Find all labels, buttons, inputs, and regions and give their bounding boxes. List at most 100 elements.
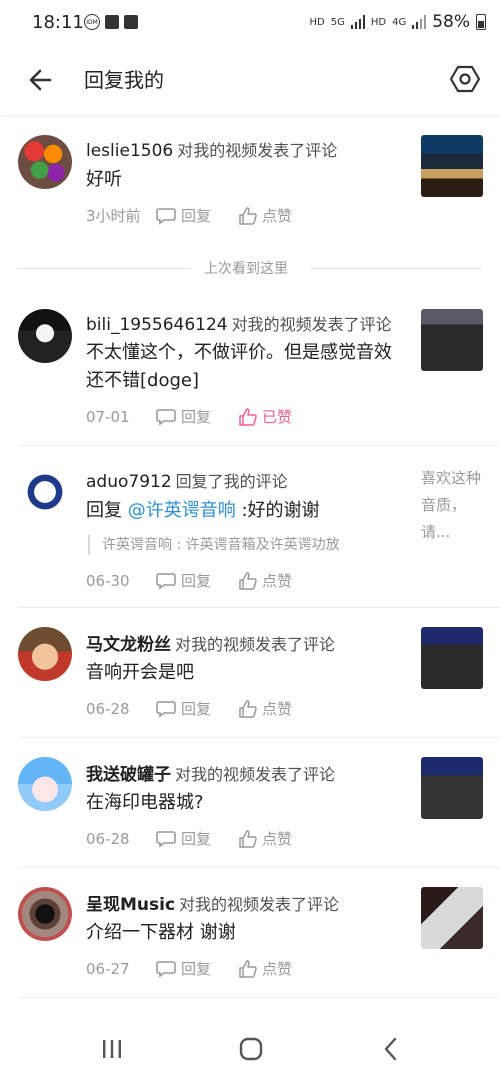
- comment-item[interactable]: 我送破罐子 对我的视频发表了评论 在海印电器城? 06-28 回复 点赞: [0, 738, 500, 868]
- comment-content: 好听: [86, 169, 122, 190]
- original-comment-preview[interactable]: 喜欢这种音质，请...: [421, 465, 487, 546]
- comment-item[interactable]: 马文龙粉丝 对我的视频发表了评论 音响开会是吧 06-28 回复 点赞: [0, 608, 500, 738]
- comment-header: 我送破罐子 对我的视频发表了评论: [86, 760, 335, 785]
- hd-label: HD: [309, 16, 325, 28]
- comment-meta: 06-27 回复 点赞: [86, 958, 320, 979]
- comment-header: 马文龙粉丝 对我的视频发表了评论: [86, 630, 335, 655]
- comment-item[interactable]: bili_1955646124 对我的视频发表了评论 不太懂这个，不做评价。但是感…: [0, 282, 500, 446]
- recent-apps-icon[interactable]: [97, 1034, 127, 1064]
- video-thumbnail[interactable]: [421, 757, 483, 819]
- reply-button[interactable]: 回复: [156, 406, 211, 427]
- thumbs-up-icon: [239, 571, 257, 590]
- like-button[interactable]: 点赞: [239, 205, 292, 226]
- thumbs-up-icon: [239, 407, 257, 426]
- thumbs-up-icon: [239, 829, 257, 848]
- 4g-label: 4G: [392, 16, 407, 28]
- comment-header: 呈现Music 对我的视频发表了评论: [86, 890, 339, 915]
- comment-action: 对我的视频发表了评论: [179, 895, 340, 914]
- comment-action: 对我的视频发表了评论: [175, 765, 336, 784]
- user-avatar[interactable]: [18, 627, 72, 681]
- like-button[interactable]: 点赞: [239, 828, 292, 849]
- signal2-icon: [412, 15, 427, 29]
- signal-icon: [350, 15, 365, 29]
- comment-content: 不太懂这个，不做评价。但是感觉音效还不错[doge]: [86, 342, 392, 391]
- comment-content: 回复 @许英谔音响 :好的谢谢: [86, 497, 411, 525]
- like-label: 点赞: [262, 572, 293, 590]
- reply-button[interactable]: 回复: [156, 828, 211, 849]
- username[interactable]: aduo7912: [86, 472, 172, 492]
- user-avatar[interactable]: [18, 309, 72, 363]
- username[interactable]: leslie1506: [86, 141, 173, 161]
- idm-icon: IDM: [84, 14, 100, 30]
- comment-meta: 07-01 回复 已赞: [86, 406, 320, 427]
- reply-label: 回复: [181, 408, 212, 426]
- hd2-label: HD: [370, 16, 387, 28]
- reply-button[interactable]: 回复: [156, 698, 211, 719]
- reply-button[interactable]: 回复: [156, 570, 211, 591]
- comment-action: 对我的视频发表了评论: [177, 141, 338, 160]
- reply-button[interactable]: 回复: [156, 205, 211, 226]
- comment-item[interactable]: 呈现Music 对我的视频发表了评论 介绍一下器材 谢谢 06-27 回复 点赞: [0, 868, 500, 998]
- comment-bubble-icon: [156, 572, 176, 590]
- like-button[interactable]: 点赞: [239, 570, 292, 591]
- comment-content: 音响开会是吧: [86, 662, 194, 683]
- mention-link[interactable]: @许英谔音响: [128, 500, 236, 521]
- quoted-comment[interactable]: 许英谔音响 : 许英谔音箱及许英谔功放: [88, 535, 340, 555]
- back-arrow-icon[interactable]: [24, 63, 58, 97]
- reply-label: 回复: [181, 960, 212, 978]
- liked-label: 已赞: [262, 408, 293, 426]
- user-avatar[interactable]: [18, 135, 72, 189]
- check-notification-icon: [124, 15, 138, 29]
- comment-meta: 06-30 回复 点赞: [86, 570, 320, 591]
- status-notification-icons: IDM: [84, 14, 138, 30]
- last-seen-label: 上次看到这里: [204, 261, 288, 277]
- thumbs-up-icon: [239, 959, 257, 978]
- comment-content: 介绍一下器材 谢谢: [86, 922, 236, 943]
- video-thumbnail[interactable]: [421, 627, 483, 689]
- comment-bubble-icon: [156, 408, 176, 426]
- user-avatar[interactable]: [18, 757, 72, 811]
- username[interactable]: 马文龙粉丝: [86, 635, 171, 655]
- comment-item[interactable]: aduo7912 回复了我的评论 回复 @许英谔音响 :好的谢谢 许英谔音响 : …: [0, 446, 500, 608]
- like-button[interactable]: 点赞: [239, 958, 292, 979]
- divider-line-left: [18, 268, 190, 269]
- comment-header: aduo7912 回复了我的评论: [86, 468, 288, 492]
- system-navigation-bar: [0, 1016, 500, 1083]
- like-button[interactable]: 点赞: [239, 698, 292, 719]
- user-avatar[interactable]: [18, 887, 72, 941]
- page-title: 回复我的: [84, 68, 164, 92]
- app-bar: 回复我的: [0, 50, 500, 115]
- reply-prefix: 回复: [86, 500, 128, 521]
- comment-time: 06-27: [86, 959, 130, 978]
- battery-percent: 58%: [432, 12, 470, 32]
- comment-bubble-icon: [156, 700, 176, 718]
- video-thumbnail[interactable]: [421, 887, 483, 949]
- comment-time: 07-01: [86, 407, 130, 426]
- reply-suffix: :好的谢谢: [235, 500, 320, 521]
- status-time: 18:11: [32, 12, 84, 33]
- home-icon[interactable]: [236, 1034, 266, 1064]
- battery-icon: [476, 14, 486, 30]
- like-label: 点赞: [262, 700, 293, 718]
- username[interactable]: 我送破罐子: [86, 765, 171, 785]
- reply-button[interactable]: 回复: [156, 958, 211, 979]
- comment-action: 对我的视频发表了评论: [231, 315, 392, 334]
- comment-time: 06-30: [86, 571, 130, 590]
- comment-meta: 3小时前 回复 点赞: [86, 205, 320, 226]
- settings-hexagon-icon[interactable]: [448, 62, 482, 96]
- username[interactable]: 呈现Music: [86, 895, 175, 915]
- liked-button[interactable]: 已赞: [239, 406, 292, 427]
- thumbs-up-icon: [239, 699, 257, 718]
- comment-item[interactable]: leslie1506 对我的视频发表了评论 好听 3小时前 回复 点赞: [0, 115, 500, 258]
- reply-label: 回复: [181, 572, 212, 590]
- like-label: 点赞: [262, 207, 293, 225]
- username[interactable]: bili_1955646124: [86, 315, 228, 335]
- comment-action: 对我的视频发表了评论: [175, 635, 336, 654]
- image-notification-icon: [105, 15, 119, 29]
- user-avatar[interactable]: [18, 465, 72, 519]
- back-nav-icon[interactable]: [376, 1034, 406, 1064]
- divider-line-right: [310, 268, 482, 269]
- video-thumbnail[interactable]: [421, 309, 483, 371]
- last-seen-divider: 上次看到这里: [0, 258, 500, 278]
- video-thumbnail[interactable]: [421, 135, 483, 197]
